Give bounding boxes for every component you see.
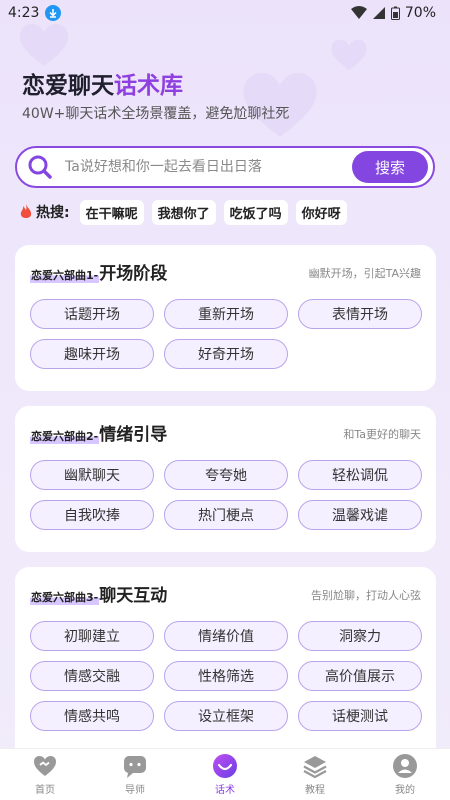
category-chip[interactable]: 高价值展示: [298, 661, 422, 691]
section-title: 情绪引导: [99, 425, 168, 445]
wifi-icon: [350, 6, 367, 19]
layers-icon: [303, 756, 327, 779]
category-chip[interactable]: 好奇开场: [164, 339, 288, 369]
bottom-tab-bar: 首页 导师 话术 教程 我的: [0, 748, 450, 800]
search-button[interactable]: 搜索: [352, 151, 428, 183]
hot-tag[interactable]: 在干嘛呢: [79, 199, 144, 225]
status-time: 4:23: [8, 5, 40, 21]
download-icon: [45, 5, 62, 21]
tab-home[interactable]: 首页: [15, 753, 75, 796]
category-chip[interactable]: 温馨戏谑: [298, 500, 422, 530]
section-title: 开场阶段: [99, 264, 168, 284]
category-chip[interactable]: 情绪价值: [164, 621, 288, 651]
search-input[interactable]: [65, 159, 352, 175]
tab-profile[interactable]: 我的: [375, 753, 435, 796]
category-chip[interactable]: 话梗测试: [298, 701, 422, 731]
category-chip[interactable]: 自我吹捧: [30, 500, 154, 530]
section-title: 聊天互动: [99, 586, 168, 606]
tab-tutorial[interactable]: 教程: [285, 753, 345, 796]
hot-tag[interactable]: 我想你了: [151, 199, 216, 225]
smile-chat-icon: [213, 754, 237, 778]
tab-scripts[interactable]: 话术: [195, 753, 255, 796]
search-icon: [28, 155, 52, 179]
hot-tag[interactable]: 你好呀: [295, 199, 347, 225]
section-prefix: 恋爱六部曲1-: [30, 269, 100, 283]
category-chip[interactable]: 表情开场: [298, 299, 422, 329]
tab-mentor[interactable]: 导师: [105, 753, 165, 796]
status-bar: 4:23 70%: [0, 0, 450, 26]
category-chip[interactable]: 洞察力: [298, 621, 422, 651]
section-card-opening: 恋爱六部曲1- 开场阶段 幽默开场，引起TA兴趣 话题开场 重新开场 表情开场 …: [15, 245, 436, 391]
category-chip[interactable]: 性格筛选: [164, 661, 288, 691]
category-chip[interactable]: 重新开场: [164, 299, 288, 329]
section-prefix: 恋爱六部曲3-: [30, 591, 100, 605]
hot-label: 热搜:: [36, 205, 70, 221]
battery-icon: [390, 6, 400, 20]
category-chip[interactable]: 夸夸她: [164, 460, 288, 490]
section-desc: 告别尬聊，打动人心弦: [311, 589, 421, 602]
category-chip[interactable]: 初聊建立: [30, 621, 154, 651]
category-chip[interactable]: 轻松调侃: [298, 460, 422, 490]
section-desc: 和Ta更好的聊天: [343, 428, 421, 441]
section-card-interaction: 恋爱六部曲3- 聊天互动 告别尬聊，打动人心弦 初聊建立 情绪价值 洞察力 情感…: [15, 567, 436, 767]
section-card-emotion: 恋爱六部曲2- 情绪引导 和Ta更好的聊天 幽默聊天 夸夸她 轻松调侃 自我吹捧…: [15, 406, 436, 552]
category-chip[interactable]: 情感共鸣: [30, 701, 154, 731]
user-icon: [393, 754, 417, 778]
section-desc: 幽默开场，引起TA兴趣: [308, 267, 421, 280]
category-chip[interactable]: 话题开场: [30, 299, 154, 329]
search-bar: 搜索: [15, 146, 435, 188]
decorative-heart-icon: [20, 24, 68, 66]
battery-level: 70%: [404, 5, 436, 21]
signal-icon: [372, 7, 385, 19]
category-chip[interactable]: 情感交融: [30, 661, 154, 691]
page-title: 恋爱聊天话术库: [22, 73, 183, 99]
decorative-heart-icon: [331, 39, 367, 71]
hot-search: 热搜: 在干嘛呢 我想你了 吃饭了吗 你好呀: [20, 199, 347, 225]
category-chip[interactable]: 热门梗点: [164, 500, 288, 530]
page-subtitle: 40W+聊天话术全场景覆盖，避免尬聊社死: [22, 106, 290, 122]
category-chip[interactable]: 幽默聊天: [30, 460, 154, 490]
category-chip[interactable]: 设立框架: [164, 701, 288, 731]
heart-home-icon: [34, 756, 56, 776]
category-chip[interactable]: 趣味开场: [30, 339, 154, 369]
fire-icon: [20, 204, 32, 218]
section-prefix: 恋爱六部曲2-: [30, 430, 100, 444]
hot-tag[interactable]: 吃饭了吗: [223, 199, 288, 225]
chat-bubble-icon: [124, 756, 146, 778]
